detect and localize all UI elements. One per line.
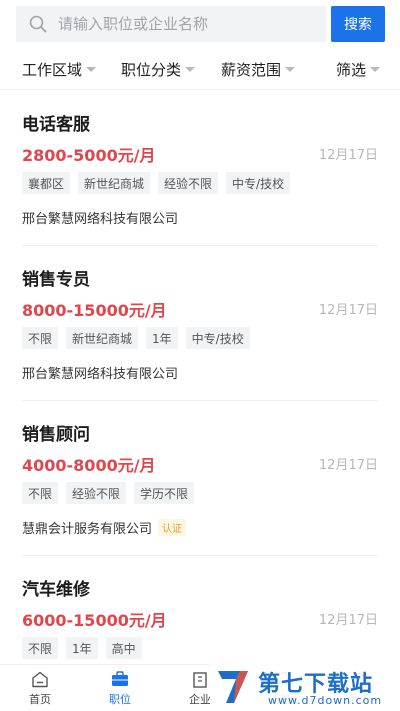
job-salary: 4000-8000元/月 <box>22 456 156 475</box>
filter-more[interactable]: 筛选 <box>336 48 381 90</box>
job-tag: 新世纪商城 <box>66 327 139 349</box>
company-name-text: 慧鼎会计服务有限公司 <box>22 522 153 537</box>
job-card[interactable]: 销售顾问 4000-8000元/月 12月17日 不限 经验不限 学历不限 慧鼎… <box>22 400 378 556</box>
watermark-url: www.d7down.com <box>268 694 383 707</box>
job-tag: 高中 <box>105 637 142 659</box>
job-date: 12月17日 <box>318 613 378 628</box>
job-tag: 经验不限 <box>66 482 127 504</box>
search-input[interactable] <box>58 15 298 33</box>
job-tag: 1年 <box>146 327 178 349</box>
filter-job-category[interactable]: 职位分类 <box>121 48 196 90</box>
company-name: 邢台繁慧网络科技有限公司 <box>22 363 178 382</box>
job-salary: 6000-15000元/月 <box>22 611 167 630</box>
d7down-logo-icon <box>214 665 254 705</box>
tab-jobs[interactable]: 职位 <box>80 665 160 711</box>
job-title: 销售顾问 <box>22 425 90 445</box>
job-tag: 经验不限 <box>158 172 219 194</box>
tab-label: 首页 <box>29 693 51 706</box>
job-salary: 2800-5000元/月 <box>22 146 156 165</box>
tab-label: 职位 <box>109 693 131 706</box>
job-tag: 中专/技校 <box>226 172 291 194</box>
search-box[interactable] <box>16 6 326 42</box>
filter-bar: 工作区域 职位分类 薪资范围 筛选 <box>0 48 400 90</box>
caret-down-icon <box>370 66 381 72</box>
caret-down-icon <box>285 66 296 72</box>
company-name: 邢台繁慧网络科技有限公司 <box>22 208 178 227</box>
job-card[interactable]: 销售专员 8000-15000元/月 12月17日 不限 新世纪商城 1年 中专… <box>22 245 378 401</box>
job-card[interactable]: 电话客服 2800-5000元/月 12月17日 襄都区 新世纪商城 经验不限 … <box>22 90 378 246</box>
building-icon <box>190 670 210 688</box>
job-tags: 不限 经验不限 学历不限 <box>22 482 202 504</box>
job-tags: 不限 1年 高中 <box>22 637 150 659</box>
search-icon <box>28 14 48 34</box>
job-tags: 襄都区 新世纪商城 经验不限 中专/技校 <box>22 172 298 194</box>
job-tag: 不限 <box>22 637 59 659</box>
filter-label: 职位分类 <box>121 60 182 79</box>
home-icon <box>30 670 50 688</box>
tab-label: 企业 <box>189 693 211 706</box>
job-date: 12月17日 <box>318 458 378 473</box>
job-tag: 不限 <box>22 482 59 504</box>
job-date: 12月17日 <box>318 148 378 163</box>
verified-badge: 认证 <box>158 519 187 536</box>
filter-label: 薪资范围 <box>221 60 282 79</box>
job-title: 电话客服 <box>22 115 90 135</box>
job-title: 销售专员 <box>22 270 90 290</box>
tab-home[interactable]: 首页 <box>0 665 80 711</box>
filter-work-area[interactable]: 工作区域 <box>22 48 97 90</box>
search-button[interactable]: 搜索 <box>331 6 385 42</box>
job-tag: 中专/技校 <box>185 327 250 349</box>
site-watermark: 第七下载站 www.d7down.com <box>210 662 400 711</box>
top-bar: 搜索 <box>0 0 400 48</box>
filter-label: 筛选 <box>336 60 367 79</box>
job-tags: 不限 新世纪商城 1年 中专/技校 <box>22 327 258 349</box>
company-name: 慧鼎会计服务有限公司 认证 <box>22 518 187 537</box>
job-date: 12月17日 <box>318 303 378 318</box>
caret-down-icon <box>185 66 196 72</box>
job-tag: 襄都区 <box>22 172 71 194</box>
briefcase-icon <box>110 670 130 688</box>
company-name-text: 邢台繁慧网络科技有限公司 <box>22 212 179 227</box>
caret-down-icon <box>86 66 97 72</box>
filter-salary-range[interactable]: 薪资范围 <box>221 48 296 90</box>
job-tag: 新世纪商城 <box>78 172 151 194</box>
job-tag: 不限 <box>22 327 59 349</box>
job-tag: 学历不限 <box>134 482 195 504</box>
job-salary: 8000-15000元/月 <box>22 301 167 320</box>
company-name-text: 邢台繁慧网络科技有限公司 <box>22 367 179 382</box>
job-tag: 1年 <box>66 637 98 659</box>
job-title: 汽车维修 <box>22 580 90 600</box>
filter-label: 工作区域 <box>22 60 83 79</box>
